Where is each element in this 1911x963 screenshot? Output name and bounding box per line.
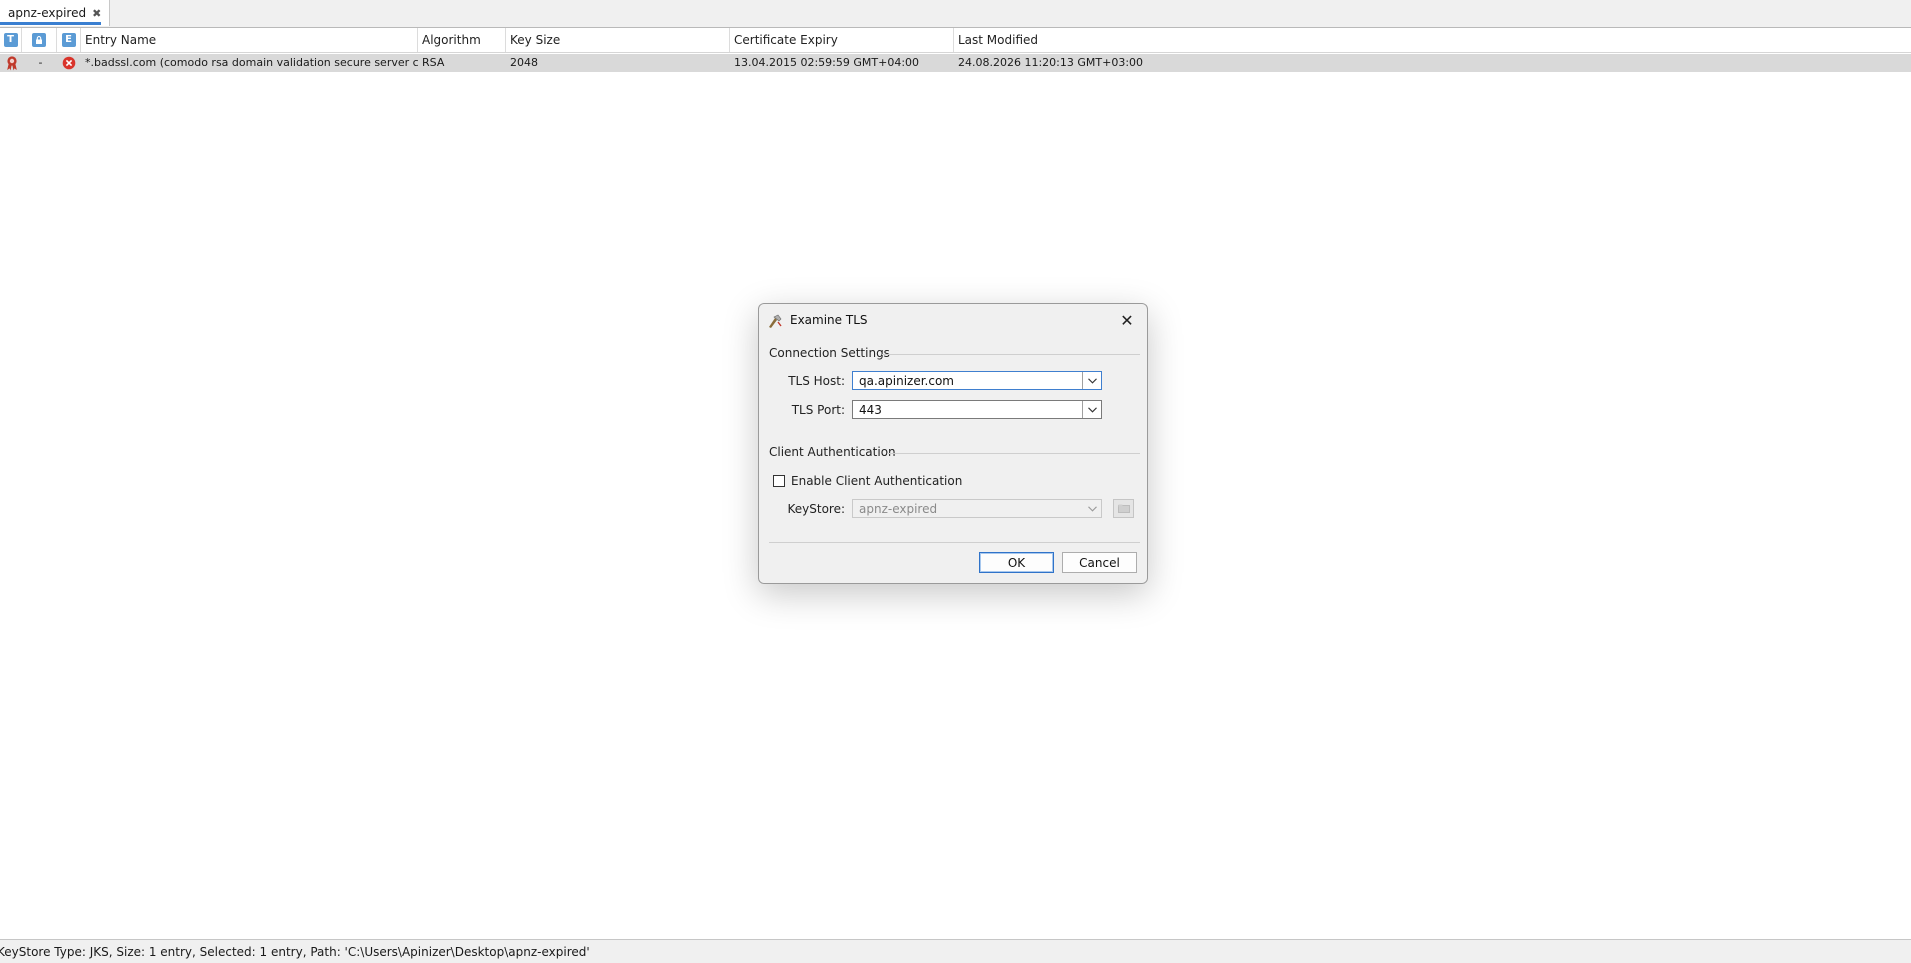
lock-status: - [38,56,43,69]
enable-client-auth-label[interactable]: Enable Client Authentication [791,474,962,488]
connection-settings-divider [882,354,1140,355]
active-tab-indicator [0,22,101,25]
tab-close-icon[interactable]: ✖ [92,7,101,20]
column-key-size-header[interactable]: Key Size [506,28,730,52]
column-algorithm-header[interactable]: Algorithm [418,28,506,52]
client-authentication-divider [887,453,1140,454]
keystore-label: KeyStore: [787,502,845,516]
table-header: T E Entry Name Algorithm Key Size Certif… [0,28,1911,53]
column-expiry-header[interactable]: E [57,28,81,52]
column-certificate-expiry-header[interactable]: Certificate Expiry [730,28,954,52]
buttons-divider [769,542,1140,543]
type-column-icon: T [3,33,18,47]
tls-host-input[interactable]: qa.apinizer.com [859,374,954,388]
expired-error-icon [57,54,81,72]
tls-host-combo[interactable]: qa.apinizer.com [852,371,1102,390]
certificate-icon [0,54,24,72]
cancel-button[interactable]: Cancel [1062,552,1137,573]
status-bar: KeyStore Type: JKS, Size: 1 entry, Selec… [0,939,1911,963]
expiry-column-icon: E [61,33,76,47]
table-row[interactable]: - *.badssl.com (comodo rsa domain valida… [0,54,1911,72]
tls-port-input[interactable]: 443 [859,403,882,417]
chevron-down-icon [1083,500,1101,517]
tls-host-label: TLS Host: [788,374,845,388]
cell-entry-name: *.badssl.com (comodo rsa domain validati… [85,56,418,69]
keystore-combo: apnz-expired [852,499,1102,518]
keystore-tab-bar: apnz-expired ✖ [0,0,1911,28]
connection-settings-heading: Connection Settings [769,346,890,360]
column-last-modified-header[interactable]: Last Modified [954,28,1911,52]
keystore-value: apnz-expired [859,502,938,516]
tab-label: apnz-expired [8,6,87,20]
browse-keystore-button [1113,499,1134,518]
close-icon[interactable]: ✕ [1115,309,1139,331]
column-lock-header[interactable] [22,28,57,52]
cell-key-size: 2048 [510,56,538,69]
tls-port-label: TLS Port: [791,403,845,417]
tls-port-combo[interactable]: 443 [852,400,1102,419]
status-text: KeyStore Type: JKS, Size: 1 entry, Selec… [0,945,590,959]
cell-certificate-expiry: 13.04.2015 02:59:59 GMT+04:00 [734,56,920,69]
folder-icon [1117,504,1130,513]
lock-icon [32,33,46,47]
dialog-title: Examine TLS [790,313,868,327]
app-icon [769,314,782,328]
enable-client-auth-checkbox[interactable] [773,475,785,487]
chevron-down-icon[interactable] [1082,401,1101,418]
dialog-title-bar[interactable]: Examine TLS ✕ [759,304,1147,336]
client-authentication-heading: Client Authentication [769,445,896,459]
chevron-down-icon[interactable] [1082,372,1101,389]
column-type-header[interactable]: T [0,28,22,52]
cell-last-modified: 24.08.2026 11:20:13 GMT+03:00 [958,56,1144,69]
column-entry-name-header[interactable]: Entry Name [81,28,418,52]
examine-tls-dialog: Examine TLS ✕ Connection Settings TLS Ho… [758,303,1148,584]
cell-algorithm: RSA [422,56,445,69]
ok-button[interactable]: OK [979,552,1054,573]
